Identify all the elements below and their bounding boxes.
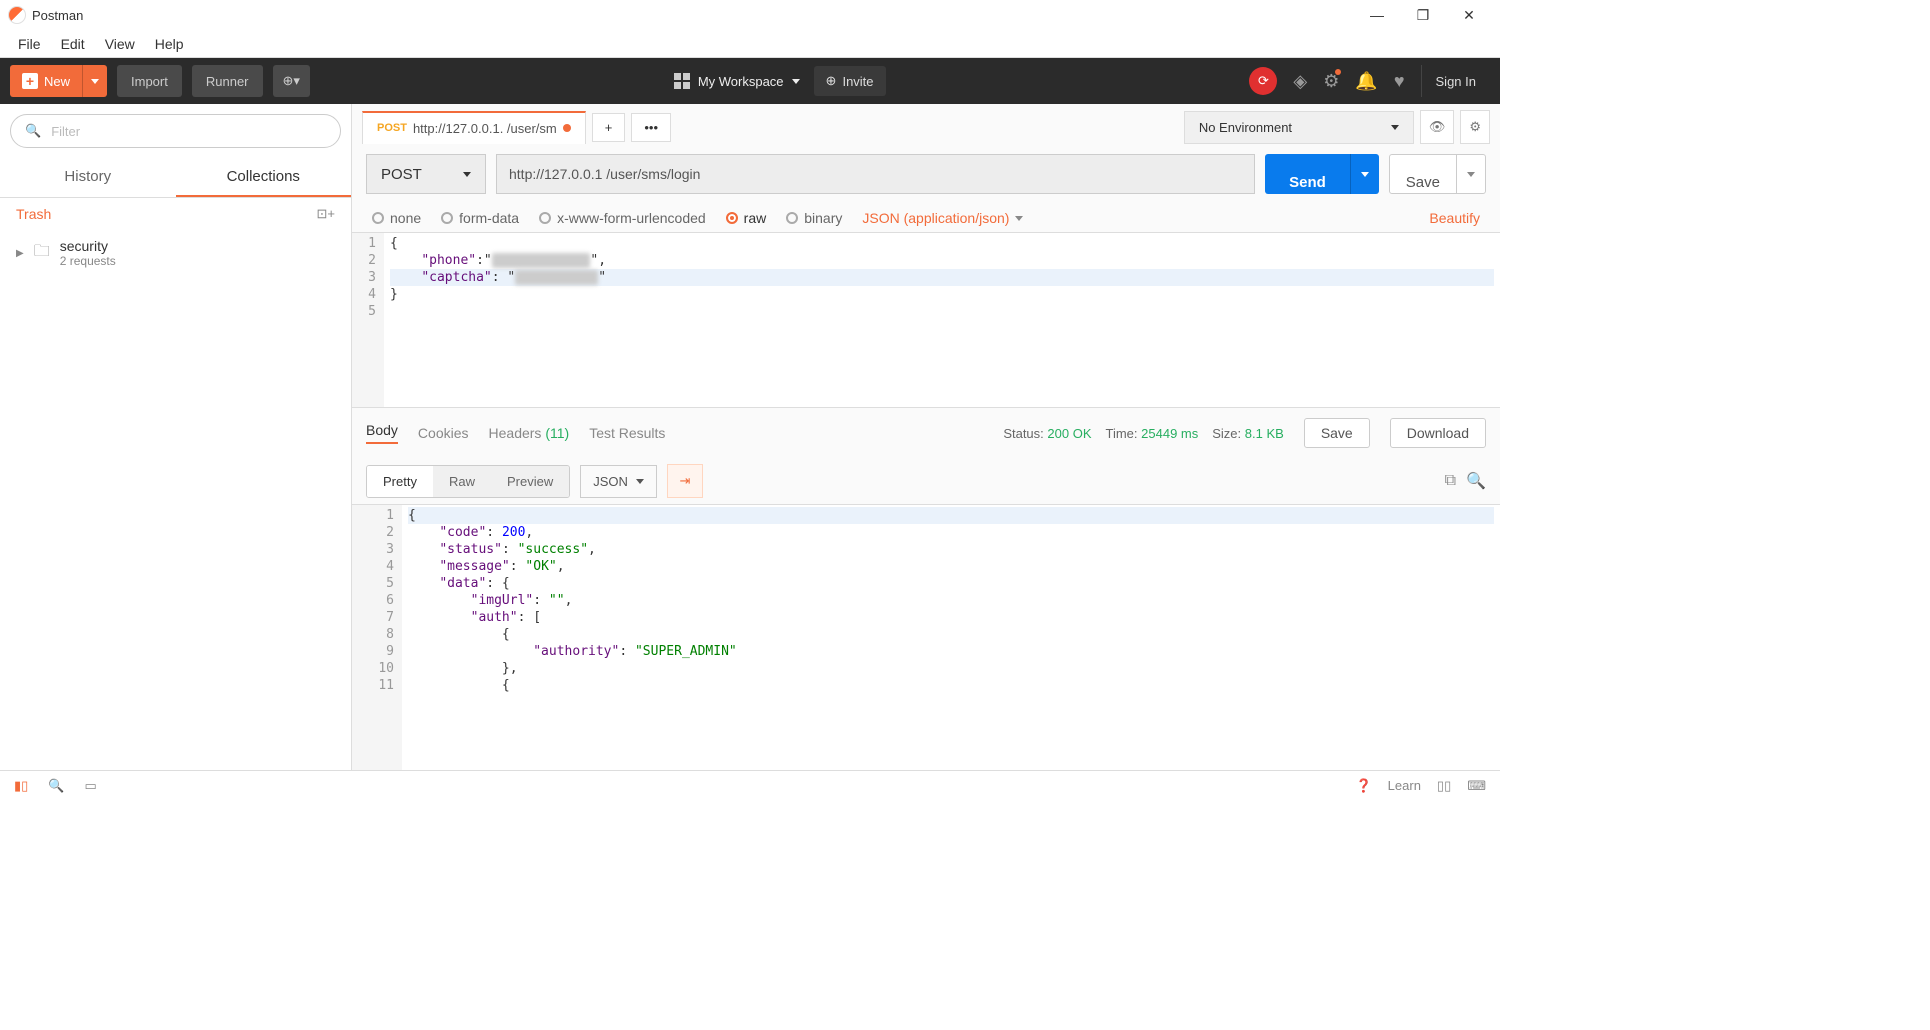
response-format-dropdown[interactable]: JSON [580, 465, 657, 498]
copy-response-icon[interactable]: ⧉ [1445, 472, 1456, 490]
response-view-group: Pretty Raw Preview [366, 465, 570, 498]
body-type-binary[interactable]: binary [786, 210, 842, 226]
body-type-formdata[interactable]: form-data [441, 210, 519, 226]
two-pane-icon[interactable]: ▯▯ [1437, 778, 1451, 794]
response-download-button[interactable]: Download [1390, 418, 1486, 448]
response-body-viewer[interactable]: 1 2 3 4 5 6 7 8 9 10 11 { "code": 200, "… [352, 504, 1500, 770]
sync-icon[interactable]: ⟳ [1249, 67, 1277, 95]
send-button[interactable]: Send [1265, 154, 1379, 194]
user-plus-icon: ⊕ [826, 73, 837, 89]
keyboard-icon[interactable]: ⌨ [1467, 778, 1486, 794]
heart-icon[interactable]: ♥ [1394, 71, 1405, 92]
window-maximize-button[interactable]: ❐ [1400, 0, 1446, 30]
response-tab-body[interactable]: Body [366, 422, 398, 444]
plus-icon: + [22, 73, 38, 89]
line-gutter: 1 2 3 4 5 [352, 233, 384, 407]
wrap-lines-button[interactable]: ⇥ [667, 464, 703, 498]
sidebar: 🔍 Filter History Collections Trash ⊡+ ▶ … [0, 104, 352, 770]
content-type-dropdown[interactable]: JSON (application/json) [862, 210, 1023, 226]
status-bar: ▮▯ 🔍 ▭ ❓ Learn ▯▯ ⌨ [0, 770, 1500, 800]
window-minimize-button[interactable]: — [1354, 0, 1400, 30]
response-save-button[interactable]: Save [1304, 418, 1370, 448]
menu-file[interactable]: File [8, 32, 51, 56]
body-type-raw[interactable]: raw [726, 210, 767, 226]
request-tab[interactable]: POST http://127.0.0.1. /user/sm [362, 111, 586, 144]
workspace-label: My Workspace [698, 74, 784, 89]
trash-link[interactable]: Trash [16, 206, 51, 222]
find-icon[interactable]: 🔍 [48, 778, 64, 794]
window-close-button[interactable]: ✕ [1446, 0, 1492, 30]
env-label: No Environment [1199, 120, 1292, 135]
response-tab-cookies[interactable]: Cookies [418, 425, 469, 441]
unsaved-dot-icon [563, 124, 571, 132]
env-settings-button[interactable]: ⚙ [1460, 110, 1490, 144]
view-preview[interactable]: Preview [491, 466, 569, 497]
tab-method: POST [377, 122, 407, 134]
signin-button[interactable]: Sign In [1421, 65, 1490, 97]
invite-button[interactable]: ⊕ Invite [814, 66, 886, 96]
menu-bar: File Edit View Help [0, 30, 1500, 58]
tab-collections[interactable]: Collections [176, 158, 352, 197]
menu-edit[interactable]: Edit [51, 32, 95, 56]
new-dropdown[interactable] [82, 65, 107, 97]
new-button[interactable]: + New [10, 65, 107, 97]
satellite-icon[interactable]: ◈ [1293, 71, 1307, 92]
body-type-xwww[interactable]: x-www-form-urlencoded [539, 210, 706, 226]
tab-url: http://127.0.0.1. /user/sm [413, 121, 557, 136]
method-value: POST [381, 166, 422, 183]
notifications-icon[interactable]: 🔔 [1355, 71, 1377, 92]
view-pretty[interactable]: Pretty [367, 466, 433, 497]
environment-selector[interactable]: No Environment [1184, 111, 1414, 144]
tab-history[interactable]: History [0, 158, 176, 197]
request-body-editor[interactable]: 1 2 3 4 5 { "phone":" ", "captcha": " " … [352, 232, 1500, 407]
env-preview-button[interactable]: 👁 [1420, 110, 1455, 144]
save-button[interactable]: Save [1389, 154, 1486, 194]
sidebar-toggle-icon[interactable]: ▮▯ [14, 778, 28, 794]
interceptor-icon[interactable]: ⚙ [1323, 71, 1339, 92]
response-tab-tests[interactable]: Test Results [589, 425, 665, 441]
console-icon[interactable]: ▭ [85, 778, 97, 794]
tab-options-button[interactable]: ••• [631, 113, 671, 142]
response-code-area: { "code": 200, "status": "success", "mes… [402, 505, 1500, 770]
caret-right-icon: ▶ [16, 248, 24, 259]
main-toolbar: + New Import Runner ⊕▾ My Workspace ⊕ Inv… [0, 58, 1500, 104]
search-response-icon[interactable]: 🔍 [1466, 471, 1486, 491]
collection-name: security [60, 238, 116, 254]
folder-icon: 🗀 [34, 240, 50, 267]
search-icon: 🔍 [25, 123, 41, 139]
learn-link[interactable]: Learn [1388, 778, 1421, 793]
body-type-none[interactable]: none [372, 210, 421, 226]
beautify-button[interactable]: Beautify [1429, 210, 1480, 226]
runner-button[interactable]: Runner [192, 65, 263, 97]
new-tab-button[interactable]: + [592, 113, 626, 142]
new-label: New [44, 74, 70, 89]
filter-input[interactable]: 🔍 Filter [10, 114, 341, 148]
postman-logo-icon [8, 6, 26, 24]
response-line-gutter: 1 2 3 4 5 6 7 8 9 10 11 [352, 505, 402, 770]
new-collection-icon[interactable]: ⊡+ [317, 206, 335, 222]
grid-icon [674, 73, 690, 89]
response-meta: Status: 200 OK Time: 25449 ms Size: 8.1 … [1003, 426, 1284, 441]
view-raw[interactable]: Raw [433, 466, 491, 497]
content-area: POST http://127.0.0.1. /user/sm + ••• No… [352, 104, 1500, 770]
method-dropdown[interactable]: POST [366, 154, 486, 194]
save-dropdown[interactable] [1456, 155, 1485, 193]
workspace-selector[interactable]: My Workspace [674, 73, 800, 89]
filter-placeholder: Filter [51, 124, 80, 139]
app-title: Postman [32, 8, 83, 23]
import-button[interactable]: Import [117, 65, 182, 97]
code-area[interactable]: { "phone":" ", "captcha": " " } [384, 233, 1500, 407]
url-value: http://127.0.0.1 /user/sms/login [509, 166, 700, 182]
invite-label: Invite [842, 74, 873, 89]
menu-view[interactable]: View [95, 32, 145, 56]
response-tab-headers[interactable]: Headers (11) [489, 425, 570, 441]
collection-requests: 2 requests [60, 254, 116, 268]
help-icon[interactable]: ❓ [1355, 778, 1371, 794]
open-new-button[interactable]: ⊕▾ [273, 65, 310, 97]
send-dropdown[interactable] [1350, 154, 1379, 194]
menu-help[interactable]: Help [145, 32, 194, 56]
url-input[interactable]: http://127.0.0.1 /user/sms/login [496, 154, 1255, 194]
collection-item-security[interactable]: ▶ 🗀 security 2 requests [0, 230, 351, 276]
window-titlebar: Postman — ❐ ✕ [0, 0, 1500, 30]
